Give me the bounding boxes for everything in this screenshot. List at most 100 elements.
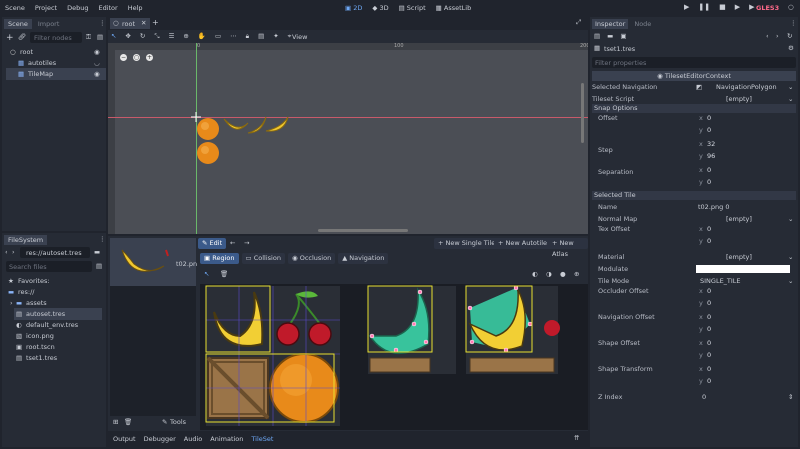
prop-tile-mode[interactable]: Tile Mode SINGLE_TILE ⌄: [592, 275, 796, 287]
tools-label[interactable]: Tools: [170, 418, 186, 426]
history-forward-icon[interactable]: ›: [776, 32, 779, 40]
close-icon[interactable]: ✕: [141, 19, 146, 27]
workspace-2d[interactable]: ▣ 2D: [345, 4, 362, 12]
tree-item-tilemap[interactable]: ▦ TileMap ◉: [6, 68, 106, 80]
filter-nodes-input[interactable]: Filter nodes: [30, 32, 82, 43]
prop-x-value[interactable]: 0: [707, 313, 711, 321]
tab-tileset[interactable]: TileSet: [251, 435, 273, 443]
prop-selected-navigation[interactable]: Selected Navigation ◩ NavigationPolygon …: [592, 81, 796, 93]
workspace-assetlib[interactable]: ▦ AssetLib: [436, 4, 472, 12]
visibility-eye-icon[interactable]: ◉: [94, 68, 100, 80]
menu-scene[interactable]: Scene: [5, 4, 25, 12]
tile-list-item[interactable]: t02.pn: [110, 238, 197, 286]
pause-icon[interactable]: ❚❚: [698, 3, 710, 11]
zoom-out-icon[interactable]: ◐: [532, 270, 538, 278]
filter-properties-input[interactable]: Filter properties: [592, 57, 796, 68]
viewport[interactable]: 0 100 200 − ○ +: [108, 43, 588, 234]
prop-y-value[interactable]: 0: [707, 351, 711, 359]
dock-menu-icon[interactable]: ⋮: [790, 19, 797, 27]
prop-value[interactable]: 0: [702, 391, 706, 403]
zoom-out-icon[interactable]: −: [120, 54, 127, 61]
workspace-3d[interactable]: ◆ 3D: [372, 4, 388, 12]
prop-z-index[interactable]: Z Index 0 ⇕: [592, 391, 796, 403]
prop-x-value[interactable]: 0: [707, 339, 711, 347]
prop-x-value[interactable]: 0: [707, 287, 711, 295]
stop-icon[interactable]: ■: [719, 3, 726, 11]
prop-x-value[interactable]: 32: [707, 140, 715, 148]
zoom-reset-icon[interactable]: ○: [133, 54, 140, 61]
menu-help[interactable]: Help: [128, 4, 143, 12]
tab-debugger[interactable]: Debugger: [144, 435, 176, 443]
prev-arrow-icon[interactable]: ←: [230, 239, 235, 247]
new-autotile-button[interactable]: + New Autotile: [494, 238, 552, 249]
prop-shape-transform[interactable]: Shape Transform x0 y0: [592, 365, 796, 389]
prop-y-value[interactable]: 96: [707, 152, 715, 160]
tools-icon[interactable]: ✎: [162, 418, 167, 426]
ruler-tool-icon[interactable]: ▭: [215, 32, 221, 41]
tab-node[interactable]: Node: [630, 19, 655, 29]
renderer-label[interactable]: GLES3: [756, 4, 779, 12]
prop-step[interactable]: Step x 32 y 96: [592, 140, 796, 164]
prop-y-value[interactable]: 0: [707, 299, 711, 307]
pointer-icon[interactable]: ↖: [204, 270, 209, 278]
select-tool-icon[interactable]: ↖: [111, 32, 116, 41]
pan-tool-icon[interactable]: ✋: [198, 32, 206, 41]
next-arrow-icon[interactable]: →: [244, 239, 249, 247]
prop-y-value[interactable]: 0: [707, 126, 711, 134]
prop-tex-offset[interactable]: Tex Offset x0 y0: [592, 225, 796, 249]
play-scene-icon[interactable]: ▶: [735, 3, 740, 11]
zoom-in-icon[interactable]: ●: [560, 270, 566, 278]
list-tool-icon[interactable]: ☰: [169, 32, 175, 41]
edit-button[interactable]: ✎ Edit: [198, 238, 227, 249]
skeleton-icon[interactable]: ✦: [273, 32, 278, 41]
filesystem-title[interactable]: FileSystem: [4, 235, 48, 245]
tab-scene[interactable]: Scene: [4, 19, 32, 29]
instance-icon[interactable]: ⚿: [86, 33, 91, 42]
save-resource-icon[interactable]: ▣: [620, 32, 626, 40]
scale-tool-icon[interactable]: ⤡: [154, 32, 159, 41]
rotate-tool-icon[interactable]: ↻: [140, 32, 145, 41]
prop-modulate[interactable]: Modulate: [592, 263, 796, 275]
link-icon[interactable]: 🔗︎: [18, 33, 26, 41]
tab-audio[interactable]: Audio: [184, 435, 202, 443]
prop-x-value[interactable]: 0: [707, 166, 711, 174]
zoom-in-icon[interactable]: +: [146, 54, 153, 61]
prop-normal-map[interactable]: Normal Map [empty] ⌄: [592, 213, 796, 225]
new-single-tile-button[interactable]: + New Single Tile: [434, 238, 500, 249]
view-menu[interactable]: View: [292, 33, 307, 41]
menu-project[interactable]: Project: [35, 4, 57, 12]
play-custom-icon[interactable]: ▶: [749, 3, 754, 11]
mode-collision[interactable]: ▭ Collision: [241, 253, 285, 264]
add-tab-icon[interactable]: +: [152, 18, 159, 27]
history-back-icon[interactable]: ‹: [766, 32, 769, 40]
open-resource-icon[interactable]: ▬: [607, 32, 613, 40]
mode-region[interactable]: ▣ Region: [200, 253, 239, 264]
path-field[interactable]: res://autoset.tres: [20, 247, 90, 258]
remove-texture-icon[interactable]: 🗑︎: [124, 418, 132, 426]
menu-debug[interactable]: Debug: [67, 4, 88, 12]
expand-panel-icon[interactable]: ⇈: [574, 434, 579, 442]
prop-x-value[interactable]: 0: [707, 225, 711, 233]
prop-y-value[interactable]: 0: [707, 237, 711, 245]
color-swatch[interactable]: [696, 265, 790, 273]
history-icon[interactable]: ↻: [787, 32, 792, 40]
prop-occluder-offset[interactable]: Occluder Offset x0 y0: [592, 287, 796, 311]
stepper-icon[interactable]: ⇕: [788, 391, 793, 403]
tab-import[interactable]: Import: [34, 19, 64, 29]
tileset-region-view[interactable]: [200, 284, 588, 430]
workspace-script[interactable]: ▤ Script: [399, 4, 426, 12]
back-arrow-icon[interactable]: ‹: [5, 248, 8, 256]
play-icon[interactable]: ▶: [684, 3, 689, 11]
move-tool-icon[interactable]: ✥: [125, 32, 130, 41]
prop-separation[interactable]: Separation x0 y0: [592, 166, 796, 190]
tab-inspector[interactable]: Inspector: [592, 19, 629, 29]
split-view-icon[interactable]: ▬: [94, 248, 100, 256]
lock-icon[interactable]: 🔒︎: [246, 32, 249, 41]
prop-x-value[interactable]: 0: [707, 365, 711, 373]
dock-menu-icon[interactable]: ⋮: [99, 19, 106, 27]
file-item[interactable]: ▤ tset1.tres: [2, 352, 106, 364]
menu-editor[interactable]: Editor: [98, 4, 117, 12]
forward-arrow-icon[interactable]: ›: [12, 248, 15, 256]
prop-y-value[interactable]: 0: [707, 325, 711, 333]
zoom-reset-icon[interactable]: ◑: [546, 270, 552, 278]
